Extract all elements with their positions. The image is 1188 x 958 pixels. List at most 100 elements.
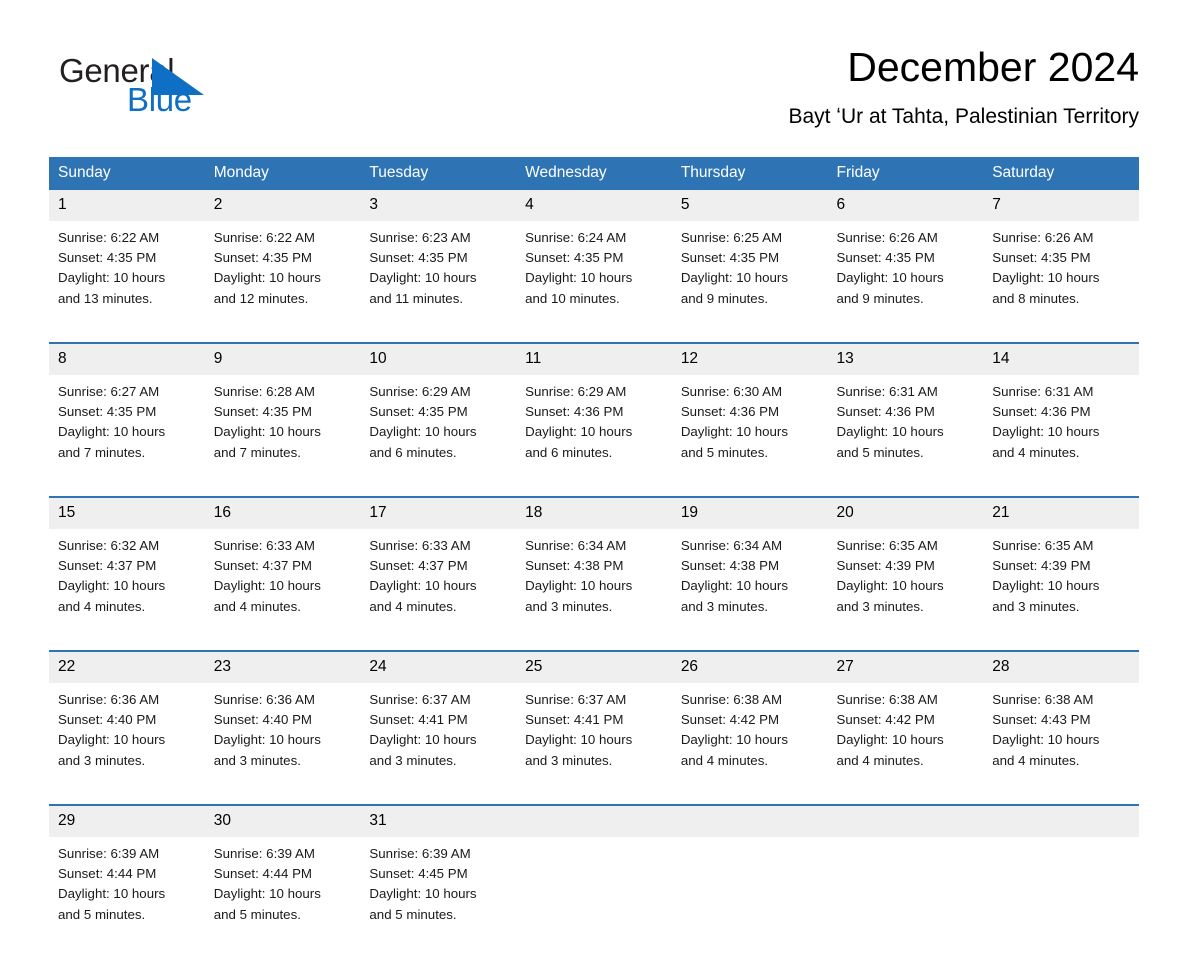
brand-logo[interactable]: General Blue — [59, 52, 259, 122]
sunrise-text: Sunrise: 6:22 AM — [58, 230, 160, 245]
day-number-cell[interactable]: 21 — [983, 496, 1139, 529]
weekday-header-saturday: Saturday — [983, 157, 1139, 190]
day-detail-cell[interactable]: Sunrise: 6:25 AM Sunset: 4:35 PM Dayligh… — [671, 221, 828, 343]
daylight-text-line2: and 5 minutes. — [58, 906, 146, 922]
sunset-text: Sunset: 4:44 PM — [213, 866, 313, 882]
day-number-cell[interactable]: 9 — [204, 342, 361, 375]
day-detail-cell[interactable]: Sunrise: 6:34 AM Sunset: 4:38 PM Dayligh… — [516, 529, 672, 651]
day-detail-cell[interactable]: Sunrise: 6:22 AM Sunset: 4:35 PM Dayligh… — [49, 221, 205, 343]
day-detail-cell[interactable]: Sunrise: 6:33 AM Sunset: 4:37 PM Dayligh… — [360, 529, 517, 651]
daylight-text-line1: Daylight: 10 hours — [58, 270, 166, 286]
day-number-cell[interactable]: 20 — [827, 496, 984, 529]
day-detail-cell[interactable]: Sunrise: 6:27 AM Sunset: 4:35 PM Dayligh… — [49, 375, 205, 497]
day-detail-cell[interactable]: Sunrise: 6:39 AM Sunset: 4:44 PM Dayligh… — [49, 837, 205, 958]
day-number-cell[interactable]: 13 — [827, 342, 984, 375]
day-detail-cell[interactable]: Sunrise: 6:35 AM Sunset: 4:39 PM Dayligh… — [827, 529, 984, 651]
day-detail-cell[interactable]: Sunrise: 6:33 AM Sunset: 4:37 PM Dayligh… — [204, 529, 361, 651]
day-detail-cell[interactable]: Sunrise: 6:31 AM Sunset: 4:36 PM Dayligh… — [827, 375, 984, 497]
day-number-cell[interactable]: 5 — [671, 190, 828, 221]
day-detail-cell[interactable]: Sunrise: 6:38 AM Sunset: 4:42 PM Dayligh… — [671, 683, 828, 805]
daylight-text-line1: Daylight: 10 hours — [836, 578, 944, 594]
daylight-text-line2: and 4 minutes. — [992, 444, 1080, 460]
sunset-text: Sunset: 4:37 PM — [58, 558, 157, 574]
day-number-cell[interactable]: 4 — [516, 190, 672, 221]
sunrise-text: Sunrise: 6:39 AM — [369, 846, 471, 861]
day-detail-cell[interactable]: Sunrise: 6:29 AM Sunset: 4:36 PM Dayligh… — [516, 375, 672, 497]
day-detail-cell[interactable]: Sunrise: 6:38 AM Sunset: 4:43 PM Dayligh… — [983, 683, 1139, 805]
page-title: December 2024 — [847, 44, 1139, 90]
day-number-cell[interactable]: 14 — [983, 342, 1139, 375]
day-detail-cell[interactable]: Sunrise: 6:38 AM Sunset: 4:42 PM Dayligh… — [827, 683, 984, 805]
daylight-text-line1: Daylight: 10 hours — [58, 578, 166, 594]
sunset-text: Sunset: 4:36 PM — [525, 404, 624, 420]
day-number-cell[interactable]: 6 — [827, 190, 984, 221]
day-number-cell[interactable]: 29 — [49, 804, 205, 837]
day-number-cell[interactable]: 7 — [983, 190, 1139, 221]
day-detail-cell[interactable]: Sunrise: 6:36 AM Sunset: 4:40 PM Dayligh… — [49, 683, 205, 805]
sunset-text: Sunset: 4:36 PM — [992, 404, 1091, 420]
daylight-text-line1: Daylight: 10 hours — [992, 732, 1100, 748]
day-detail-cell[interactable]: Sunrise: 6:26 AM Sunset: 4:35 PM Dayligh… — [827, 221, 984, 343]
day-detail-cell[interactable]: Sunrise: 6:34 AM Sunset: 4:38 PM Dayligh… — [671, 529, 828, 651]
day-number-cell[interactable]: 30 — [204, 804, 361, 837]
sunrise-text: Sunrise: 6:30 AM — [680, 384, 783, 399]
daylight-text-line1: Daylight: 10 hours — [525, 732, 633, 748]
day-number-cell[interactable]: 2 — [204, 190, 361, 221]
day-number-cell-empty — [827, 804, 984, 837]
daylight-text-line1: Daylight: 10 hours — [680, 578, 788, 594]
week-details-row: Sunrise: 6:22 AM Sunset: 4:35 PM Dayligh… — [49, 221, 1139, 343]
day-number-cell[interactable]: 1 — [49, 190, 205, 221]
day-detail-cell[interactable]: Sunrise: 6:36 AM Sunset: 4:40 PM Dayligh… — [204, 683, 361, 805]
sunrise-text: Sunrise: 6:36 AM — [58, 692, 160, 707]
sunrise-text: Sunrise: 6:37 AM — [525, 692, 627, 707]
day-number-cell[interactable]: 8 — [49, 342, 205, 375]
sunset-text: Sunset: 4:36 PM — [680, 404, 780, 420]
day-detail-cell[interactable]: Sunrise: 6:39 AM Sunset: 4:45 PM Dayligh… — [360, 837, 517, 958]
daylight-text-line2: and 11 minutes. — [369, 290, 464, 306]
day-number-cell[interactable]: 23 — [204, 650, 361, 683]
weekday-header-monday: Monday — [204, 157, 361, 190]
day-number-cell[interactable]: 25 — [516, 650, 672, 683]
day-detail-cell[interactable]: Sunrise: 6:35 AM Sunset: 4:39 PM Dayligh… — [983, 529, 1139, 651]
day-number-cell[interactable]: 31 — [360, 804, 517, 837]
day-number-cell[interactable]: 19 — [671, 496, 828, 529]
sunrise-text: Sunrise: 6:27 AM — [58, 384, 160, 399]
daylight-text-line2: and 4 minutes. — [836, 752, 924, 768]
daylight-text-line1: Daylight: 10 hours — [369, 886, 477, 902]
day-detail-cell[interactable]: Sunrise: 6:39 AM Sunset: 4:44 PM Dayligh… — [204, 837, 361, 958]
day-number-cell[interactable]: 26 — [671, 650, 828, 683]
day-detail-cell[interactable]: Sunrise: 6:31 AM Sunset: 4:36 PM Dayligh… — [983, 375, 1139, 497]
day-detail-cell[interactable]: Sunrise: 6:37 AM Sunset: 4:41 PM Dayligh… — [360, 683, 517, 805]
day-detail-cell[interactable]: Sunrise: 6:26 AM Sunset: 4:35 PM Dayligh… — [983, 221, 1139, 343]
calendar-header-row: Sunday Monday Tuesday Wednesday Thursday… — [49, 157, 1139, 190]
day-number-cell[interactable]: 15 — [49, 496, 205, 529]
sunset-text: Sunset: 4:38 PM — [525, 558, 624, 574]
day-number-cell[interactable]: 3 — [360, 190, 517, 221]
sunset-text: Sunset: 4:40 PM — [58, 712, 157, 728]
day-number-cell[interactable]: 24 — [360, 650, 517, 683]
day-detail-cell[interactable]: Sunrise: 6:23 AM Sunset: 4:35 PM Dayligh… — [360, 221, 517, 343]
day-detail-cell[interactable]: Sunrise: 6:22 AM Sunset: 4:35 PM Dayligh… — [204, 221, 361, 343]
day-detail-cell-empty — [983, 837, 1139, 958]
day-number-cell[interactable]: 27 — [827, 650, 984, 683]
day-detail-cell[interactable]: Sunrise: 6:32 AM Sunset: 4:37 PM Dayligh… — [49, 529, 205, 651]
daylight-text-line2: and 13 minutes. — [58, 290, 153, 306]
day-number-cell[interactable]: 22 — [49, 650, 205, 683]
week-daynumbers-row: 22 23 24 25 26 27 28 — [49, 650, 1139, 683]
daylight-text-line1: Daylight: 10 hours — [58, 886, 166, 902]
day-number-cell[interactable]: 11 — [516, 342, 672, 375]
day-number-cell[interactable]: 16 — [204, 496, 361, 529]
day-detail-cell[interactable]: Sunrise: 6:29 AM Sunset: 4:35 PM Dayligh… — [360, 375, 517, 497]
daylight-text-line2: and 4 minutes. — [680, 752, 769, 768]
day-number-cell[interactable]: 17 — [360, 496, 517, 529]
day-detail-cell[interactable]: Sunrise: 6:30 AM Sunset: 4:36 PM Dayligh… — [671, 375, 828, 497]
day-number-cell[interactable]: 28 — [983, 650, 1139, 683]
day-number-cell[interactable]: 18 — [516, 496, 672, 529]
day-detail-cell[interactable]: Sunrise: 6:24 AM Sunset: 4:35 PM Dayligh… — [516, 221, 672, 343]
day-number-cell[interactable]: 10 — [360, 342, 517, 375]
daylight-text-line2: and 3 minutes. — [525, 752, 613, 768]
daylight-text-line2: and 3 minutes. — [213, 752, 301, 768]
day-number-cell[interactable]: 12 — [671, 342, 828, 375]
day-detail-cell[interactable]: Sunrise: 6:37 AM Sunset: 4:41 PM Dayligh… — [516, 683, 672, 805]
day-detail-cell[interactable]: Sunrise: 6:28 AM Sunset: 4:35 PM Dayligh… — [204, 375, 361, 497]
